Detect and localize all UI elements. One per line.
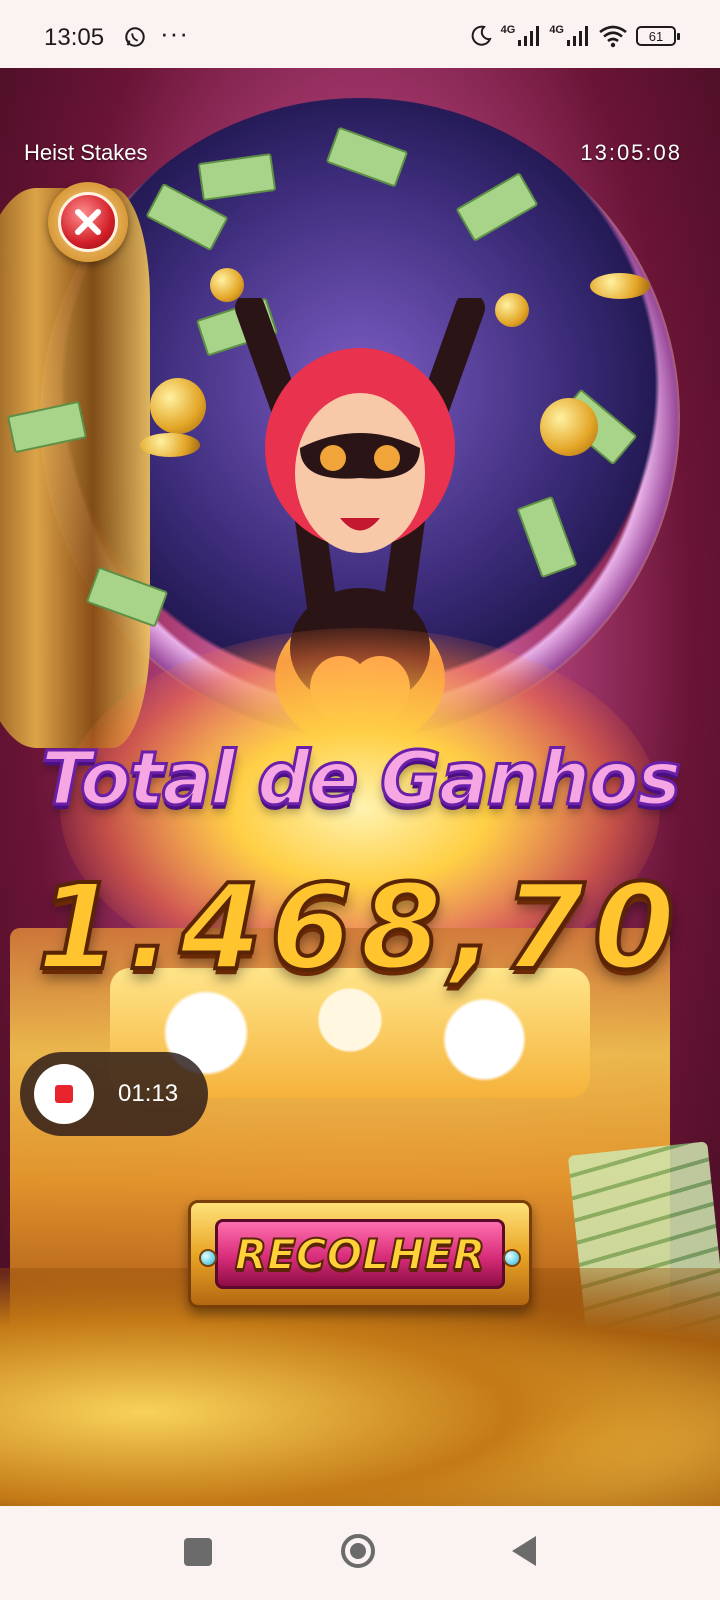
game-title: Heist Stakes	[24, 140, 148, 165]
collect-button-label: RECOLHER	[234, 1229, 487, 1280]
signal-icon-2	[567, 26, 588, 46]
flying-coin	[540, 398, 598, 456]
flying-coin	[150, 378, 206, 434]
status-time: 13:05	[44, 24, 105, 51]
win-amount: 1.468,70	[35, 856, 684, 998]
recording-elapsed-time: 01:13	[118, 1080, 179, 1107]
collect-button-face: RECOLHER	[215, 1219, 505, 1289]
home-dot	[350, 1543, 366, 1559]
status-icons: 4G 4G 61	[469, 22, 680, 50]
dnd-moon-icon	[471, 25, 492, 46]
recents-square-icon[interactable]	[184, 1538, 212, 1566]
network-type-label-1: 4G	[500, 24, 516, 36]
home-circle-icon[interactable]	[341, 1534, 375, 1568]
flying-coin	[210, 268, 244, 302]
more-notifications-icon: ···	[160, 18, 189, 48]
close-button[interactable]	[48, 182, 128, 262]
signal-icon	[518, 26, 540, 46]
back-triangle-icon[interactable]	[508, 1534, 540, 1568]
battery-level: 61	[648, 28, 664, 44]
flying-coin	[140, 433, 200, 457]
close-icon	[58, 192, 118, 252]
screen-recorder-widget[interactable]: 01:13	[20, 1052, 208, 1136]
system-navigation-bar	[0, 1506, 720, 1600]
stop-icon	[55, 1085, 73, 1103]
game-screen[interactable]: Heist Stakes 13:05:08 Total de Ganhos 1.…	[0, 68, 720, 1506]
network-type-label-2: 4G	[549, 24, 564, 36]
whatsapp-icon	[125, 27, 145, 47]
flying-coin	[495, 293, 529, 327]
wifi-icon	[599, 25, 627, 48]
stop-recording-button[interactable]	[34, 1064, 94, 1124]
button-gem-right	[503, 1249, 521, 1267]
win-label: Total de Ganhos	[39, 735, 682, 824]
vault-door-art	[0, 188, 150, 748]
game-clock: 13:05:08	[580, 140, 682, 165]
flying-coin	[590, 273, 650, 299]
status-bar: 13:05 ··· 4G 4G 61	[0, 0, 720, 68]
battery-icon: 61	[636, 26, 680, 46]
collect-button[interactable]: RECOLHER	[188, 1200, 532, 1308]
button-gem-left	[199, 1249, 217, 1267]
